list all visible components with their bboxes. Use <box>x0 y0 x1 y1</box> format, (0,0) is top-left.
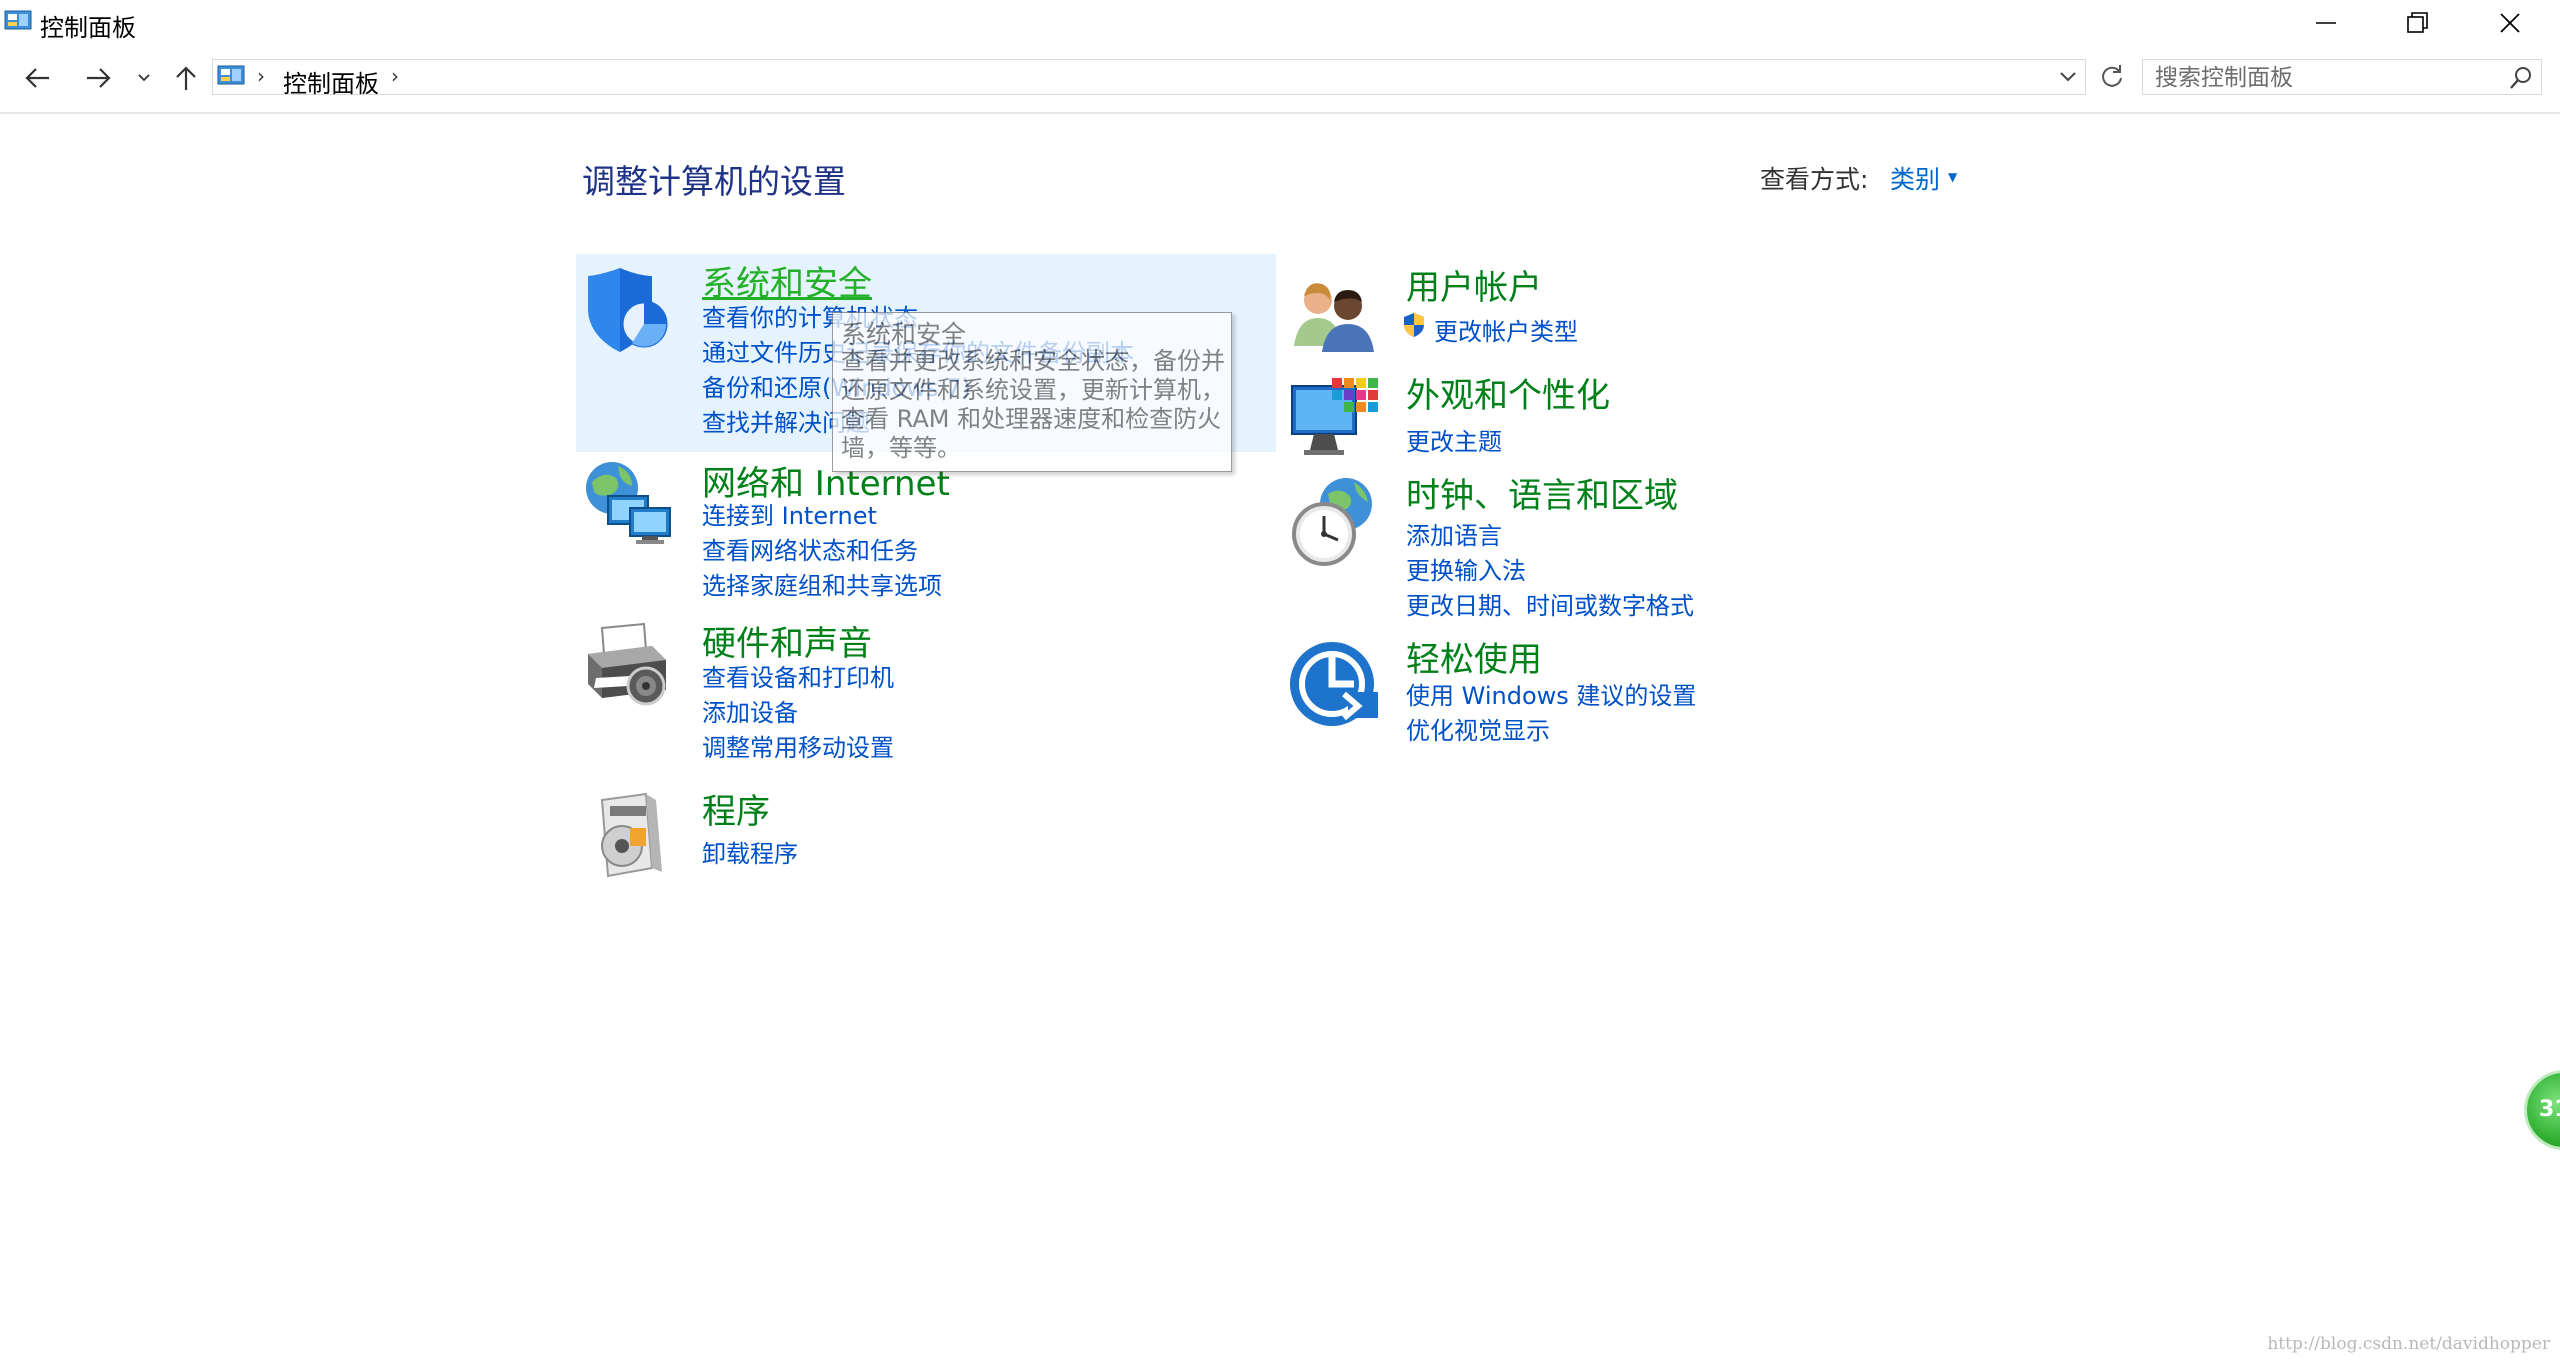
chevron-down-icon <box>2060 72 2076 82</box>
forward-button[interactable] <box>78 54 118 102</box>
link-change-theme[interactable]: 更改主题 <box>1406 422 1502 457</box>
category-clock-language-region[interactable]: 时钟、语言和区域 添加语言 更换输入法 更改日期、时间或数字格式 <box>1288 468 1888 621</box>
minimize-button[interactable] <box>2280 0 2372 46</box>
link-date-time-format[interactable]: 更改日期、时间或数字格式 <box>1406 586 1694 621</box>
refresh-icon <box>2102 65 2122 87</box>
link-mobility-settings[interactable]: 调整常用移动设置 <box>702 728 894 763</box>
category-appearance[interactable]: 外观和个性化 更改主题 <box>1288 368 1888 468</box>
window-title: 控制面板 <box>40 14 136 42</box>
uac-shield-icon <box>1404 313 1424 337</box>
category-title[interactable]: 时钟、语言和区域 <box>1406 468 1678 517</box>
title-bar: 控制面板 <box>0 0 2560 46</box>
view-by-dropdown[interactable]: 类别 <box>1890 160 1940 196</box>
breadcrumb-control-panel[interactable]: 控制面板 <box>283 64 379 99</box>
link-change-input-method[interactable]: 更换输入法 <box>1406 551 1526 586</box>
link-add-device[interactable]: 添加设备 <box>702 693 798 728</box>
forward-arrow-icon <box>87 68 111 88</box>
category-programs[interactable]: 程序 卸载程序 <box>576 784 1176 894</box>
ease-of-access-icon <box>1290 642 1378 726</box>
view-by-label: 查看方式: <box>1760 165 1869 194</box>
back-button[interactable] <box>18 54 58 102</box>
control-panel-icon <box>217 65 245 85</box>
restore-icon <box>2407 12 2428 33</box>
close-button[interactable] <box>2464 0 2556 46</box>
link-optimize-display[interactable]: 优化视觉显示 <box>1406 711 1550 746</box>
category-title[interactable]: 轻松使用 <box>1406 632 1542 681</box>
caret-down-icon[interactable]: ▼ <box>1948 170 1957 184</box>
link-connect-internet[interactable]: 连接到 Internet <box>702 496 877 531</box>
toolbar-divider <box>0 112 2560 114</box>
floating-badge[interactable]: 31 <box>2524 1070 2560 1150</box>
clock-globe-icon <box>1292 478 1372 566</box>
watermark: http://blog.csdn.net/davidhopper <box>2267 1334 2550 1354</box>
category-title[interactable]: 用户帐户 <box>1406 260 1542 309</box>
back-arrow-icon <box>25 68 49 88</box>
up-button[interactable] <box>166 54 206 102</box>
tooltip-body: 查看并更改系统和安全状态，备份并还原文件和系统设置，更新计算机，查看 RAM 和… <box>841 347 1225 462</box>
control-panel-icon <box>4 10 32 30</box>
category-title[interactable]: 外观和个性化 <box>1406 368 1610 417</box>
link-uninstall-program[interactable]: 卸载程序 <box>702 834 798 869</box>
up-arrow-icon <box>176 66 196 90</box>
refresh-button[interactable] <box>2094 59 2130 95</box>
breadcrumb-separator-icon[interactable]: › <box>391 64 399 88</box>
link-add-language[interactable]: 添加语言 <box>1406 516 1502 551</box>
search-box[interactable] <box>2142 59 2542 95</box>
link-network-status[interactable]: 查看网络状态和任务 <box>702 531 918 566</box>
category-user-accounts[interactable]: 用户帐户 更改帐户类型 <box>1288 260 1888 356</box>
monitor-palette-icon <box>1291 378 1378 455</box>
navigation-bar: › 控制面板 › <box>0 54 2560 102</box>
tooltip-title: 系统和安全 <box>841 320 967 349</box>
badge-count: 31 <box>2539 1097 2560 1122</box>
search-input[interactable] <box>2153 62 2487 94</box>
address-history-dropdown[interactable] <box>2055 64 2081 90</box>
minimize-icon <box>2316 22 2336 24</box>
page-title: 调整计算机的设置 <box>582 162 846 201</box>
printer-icon <box>588 622 666 706</box>
address-bar[interactable]: › 控制面板 › <box>212 59 2086 98</box>
category-network-internet[interactable]: 网络和 Internet 连接到 Internet 查看网络状态和任务 选择家庭… <box>576 456 1176 606</box>
link-homegroup[interactable]: 选择家庭组和共享选项 <box>702 566 942 601</box>
link-devices-printers[interactable]: 查看设备和打印机 <box>702 658 894 693</box>
search-icon[interactable] <box>2509 66 2533 90</box>
recent-locations-button[interactable] <box>132 54 156 102</box>
link-recommended-settings[interactable]: 使用 Windows 建议的设置 <box>1406 676 1696 711</box>
link-change-account-type[interactable]: 更改帐户类型 <box>1434 312 1578 347</box>
breadcrumb-separator-icon[interactable]: › <box>257 64 265 88</box>
category-title[interactable]: 程序 <box>702 784 770 833</box>
programs-disc-icon <box>600 792 662 878</box>
category-tooltip: 系统和安全 查看并更改系统和安全状态，备份并还原文件和系统设置，更新计算机，查看… <box>832 312 1232 472</box>
users-icon <box>1294 283 1374 352</box>
category-hardware-sound[interactable]: 硬件和声音 查看设备和打印机 添加设备 调整常用移动设置 <box>576 616 1176 766</box>
chevron-down-icon <box>138 74 150 82</box>
close-icon <box>2500 13 2520 33</box>
network-globe-icon <box>586 462 671 544</box>
category-ease-of-access[interactable]: 轻松使用 使用 Windows 建议的设置 优化视觉显示 <box>1288 632 1888 745</box>
restore-button[interactable] <box>2372 0 2464 46</box>
shield-icon <box>588 268 668 352</box>
